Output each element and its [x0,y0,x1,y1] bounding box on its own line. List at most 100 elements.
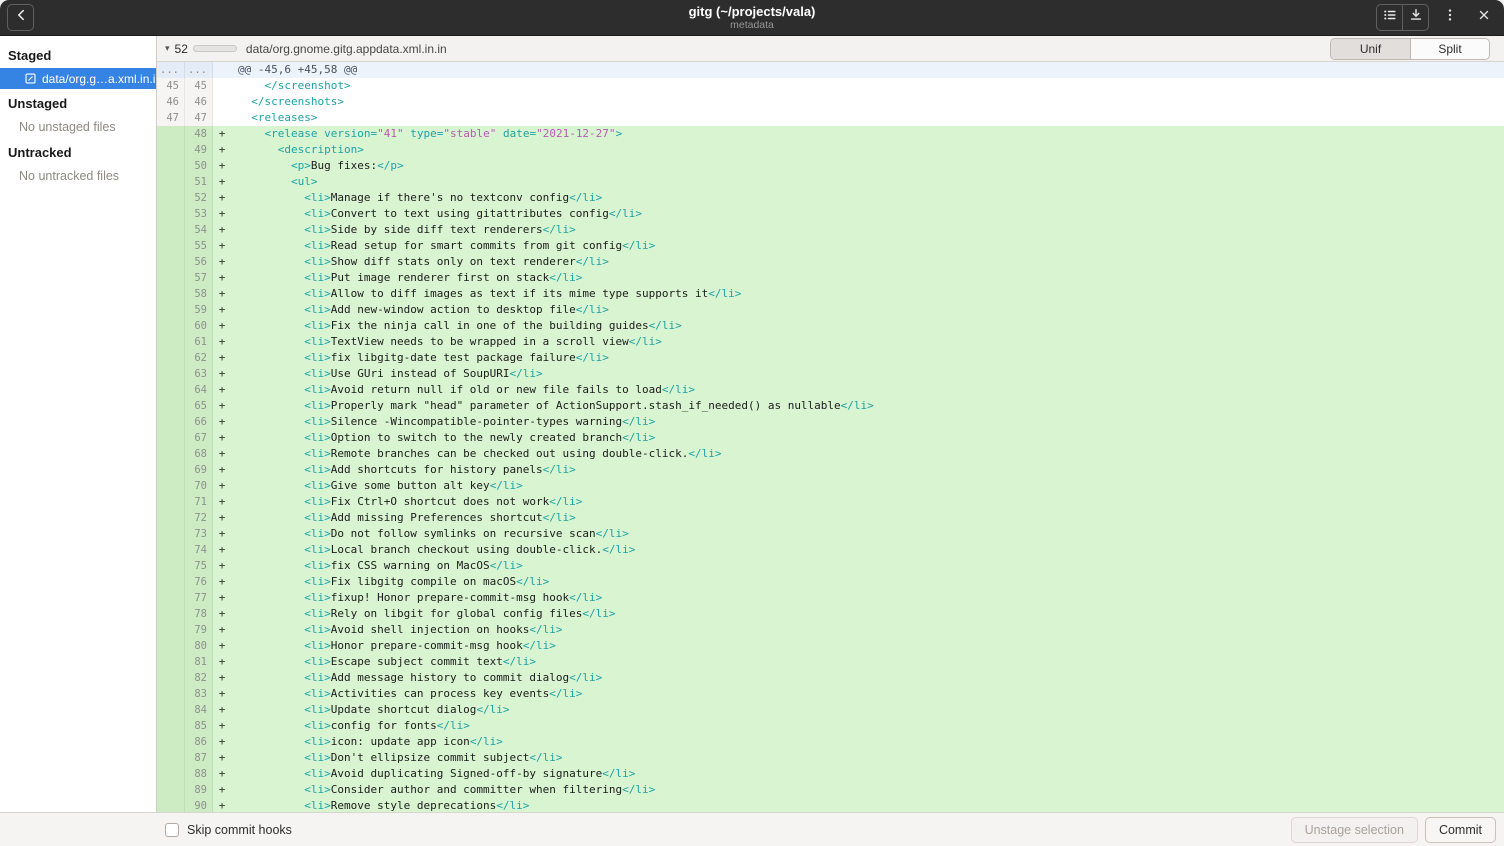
diff-line[interactable]: 4747 <releases> [157,110,1504,126]
diff-line[interactable]: 61+ <li>TextView needs to be wrapped in … [157,334,1504,350]
new-line-number: 52 [185,190,213,206]
diff-line[interactable]: 78+ <li>Rely on libgit for global config… [157,606,1504,622]
line-content: <li>Fix the ninja call in one of the bui… [231,318,682,334]
diff-line[interactable]: 80+ <li>Honor prepare-commit-msg hook</l… [157,638,1504,654]
back-button[interactable] [7,4,34,31]
line-content: <li>Side by side diff text renderers</li… [231,222,576,238]
line-content: <li>Show diff stats only on text rendere… [231,254,609,270]
diff-line[interactable]: 64+ <li>Avoid return null if old or new … [157,382,1504,398]
new-line-number: 70 [185,478,213,494]
menu-button[interactable] [1436,4,1463,31]
diff-line[interactable]: 86+ <li>icon: update app icon</li> [157,734,1504,750]
commit-button[interactable]: Commit [1425,817,1496,843]
diff-line[interactable]: 87+ <li>Don't ellipsize commit subject</… [157,750,1504,766]
line-marker [213,94,231,110]
diff-line[interactable]: 58+ <li>Allow to diff images as text if … [157,286,1504,302]
diff-line[interactable]: 75+ <li>fix CSS warning on MacOS</li> [157,558,1504,574]
diff-line[interactable]: 74+ <li>Local branch checkout using doub… [157,542,1504,558]
old-line-number [157,190,185,206]
diff-line[interactable]: 49+ <description> [157,142,1504,158]
diff-line[interactable]: 65+ <li>Properly mark "head" parameter o… [157,398,1504,414]
diff-line[interactable]: 62+ <li>fix libgitg-date test package fa… [157,350,1504,366]
skip-commit-hooks-checkbox[interactable] [165,823,179,837]
line-marker: + [213,654,231,670]
new-line-number: 85 [185,718,213,734]
diff-line[interactable]: 82+ <li>Add message history to commit di… [157,670,1504,686]
diff-line[interactable]: 85+ <li>config for fonts</li> [157,718,1504,734]
new-line-number: 57 [185,270,213,286]
diff-line[interactable]: 50+ <p>Bug fixes:</p> [157,158,1504,174]
diff-line[interactable]: 4545 </screenshot> [157,78,1504,94]
old-line-number: 45 [157,78,185,94]
old-line-number [157,782,185,798]
diff-line[interactable]: 76+ <li>Fix libgitg compile on macOS</li… [157,574,1504,590]
diff-line[interactable]: ......@@ -45,6 +45,58 @@ [157,62,1504,78]
diff-line[interactable]: 66+ <li>Silence -Wincompatible-pointer-t… [157,414,1504,430]
diff-line[interactable]: 90+ <li>Remove style deprecations</li> [157,798,1504,812]
diff-line[interactable]: 57+ <li>Put image renderer first on stac… [157,270,1504,286]
diff-line[interactable]: 53+ <li>Convert to text using gitattribu… [157,206,1504,222]
commit-list-button[interactable] [1376,4,1403,31]
diff-line[interactable]: 81+ <li>Escape subject commit text</li> [157,654,1504,670]
old-line-number [157,366,185,382]
close-button[interactable] [1470,4,1497,31]
line-marker: + [213,526,231,542]
untracked-empty-text: No untracked files [0,165,156,187]
old-line-number: ... [157,62,185,78]
new-line-number: 54 [185,222,213,238]
diff-line[interactable]: 71+ <li>Fix Ctrl+O shortcut does not wor… [157,494,1504,510]
old-line-number: 46 [157,94,185,110]
line-content: <li>Avoid shell injection on hooks</li> [231,622,563,638]
old-line-number [157,446,185,462]
old-line-number [157,158,185,174]
line-content: <li>Manage if there's no textconv config… [231,190,602,206]
unified-view-button[interactable]: Unif [1331,39,1410,59]
old-line-number [157,286,185,302]
diff-line[interactable]: 56+ <li>Show diff stats only on text ren… [157,254,1504,270]
diff-line[interactable]: 83+ <li>Activities can process key event… [157,686,1504,702]
staged-file-item[interactable]: data/org.g…a.xml.in.in [0,68,156,89]
diff-line[interactable]: 48+ <release version="41" type="stable" … [157,126,1504,142]
line-content: <p>Bug fixes:</p> [231,158,404,174]
line-marker: + [213,718,231,734]
diff-line[interactable]: 79+ <li>Avoid shell injection on hooks</… [157,622,1504,638]
new-line-number: 74 [185,542,213,558]
diff-line[interactable]: 70+ <li>Give some button alt key</li> [157,478,1504,494]
diff-line[interactable]: 63+ <li>Use GUri instead of SoupURI</li> [157,366,1504,382]
diff-line[interactable]: 51+ <ul> [157,174,1504,190]
line-marker: + [213,302,231,318]
diff-line[interactable]: 54+ <li>Side by side diff text renderers… [157,222,1504,238]
new-line-number: 66 [185,414,213,430]
diff-line[interactable]: 59+ <li>Add new-window action to desktop… [157,302,1504,318]
line-marker: + [213,686,231,702]
diff-line[interactable]: 72+ <li>Add missing Preferences shortcut… [157,510,1504,526]
line-marker: + [213,670,231,686]
file-expander[interactable]: ▾ 52 [165,42,237,56]
diff-line[interactable]: 60+ <li>Fix the ninja call in one of the… [157,318,1504,334]
diff-line[interactable]: 4646 </screenshots> [157,94,1504,110]
line-content: <li>Avoid duplicating Signed-off-by sign… [231,766,635,782]
unstage-selection-button[interactable]: Unstage selection [1291,817,1418,843]
diff-line[interactable]: 88+ <li>Avoid duplicating Signed-off-by … [157,766,1504,782]
line-content: <li>Give some button alt key</li> [231,478,523,494]
skip-commit-hooks-label: Skip commit hooks [187,823,292,837]
chevron-left-icon [14,8,28,27]
line-content: <li>Remove style deprecations</li> [231,798,529,812]
diff-line[interactable]: 67+ <li>Option to switch to the newly cr… [157,430,1504,446]
diff-line[interactable]: 84+ <li>Update shortcut dialog</li> [157,702,1504,718]
split-view-button[interactable]: Split [1410,39,1489,59]
line-marker: + [213,190,231,206]
diff-line[interactable]: 52+ <li>Manage if there's no textconv co… [157,190,1504,206]
skip-commit-hooks[interactable]: Skip commit hooks [165,823,292,837]
diff-line[interactable]: 69+ <li>Add shortcuts for history panels… [157,462,1504,478]
files-sidebar: Staged data/org.g…a.xml.in.in Unstaged N… [0,36,157,812]
diff-line[interactable]: 68+ <li>Remote branches can be checked o… [157,446,1504,462]
save-patch-button[interactable] [1402,4,1429,31]
diff-line[interactable]: 73+ <li>Do not follow symlinks on recurs… [157,526,1504,542]
old-line-number [157,174,185,190]
diff-line[interactable]: 89+ <li>Consider author and committer wh… [157,782,1504,798]
diff-line[interactable]: 55+ <li>Read setup for smart commits fro… [157,238,1504,254]
line-content: <releases> [231,110,317,126]
line-content: <li>Silence -Wincompatible-pointer-types… [231,414,655,430]
diff-line[interactable]: 77+ <li>fixup! Honor prepare-commit-msg … [157,590,1504,606]
